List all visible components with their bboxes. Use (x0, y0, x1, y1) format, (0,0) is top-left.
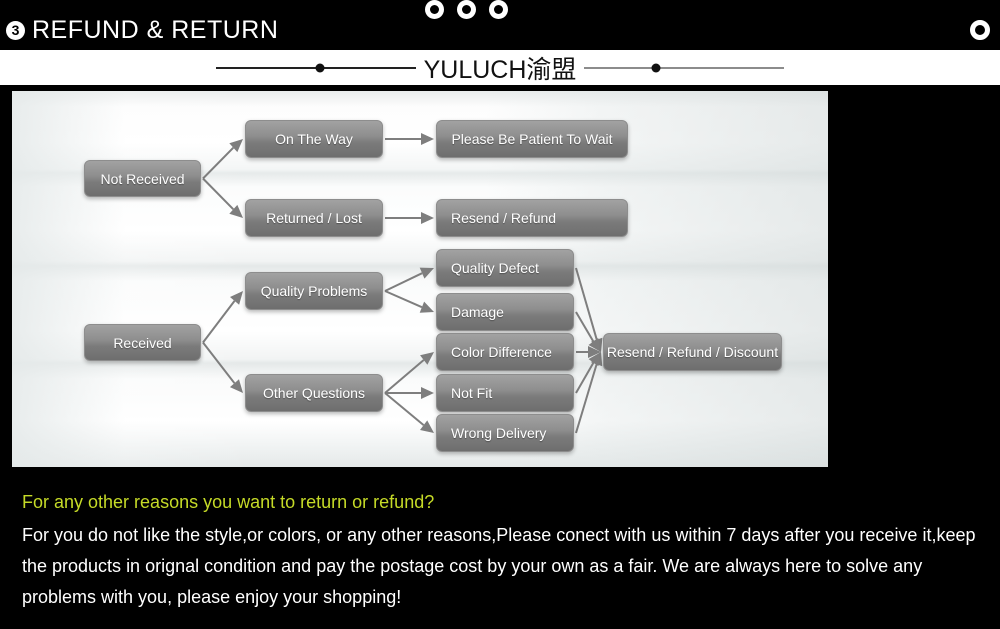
flow-node-wrong-delivery: Wrong Delivery (436, 414, 574, 452)
flow-node-not-received: Not Received (84, 160, 201, 197)
brand-dot-icon (315, 63, 325, 72)
connector-arrowhead (421, 387, 434, 399)
flowchart-connectors (202, 133, 603, 434)
connector-line (384, 272, 423, 292)
flow-node-label: Not Fit (451, 385, 493, 401)
flow-node-label: Quality Defect (451, 260, 539, 276)
flow-node-label: Damage (451, 304, 504, 320)
connector-line (202, 341, 236, 384)
flow-node-not-fit: Not Fit (436, 374, 574, 412)
flow-node-please-be-patient: Please Be Patient To Wait (436, 120, 628, 158)
flow-node-damage: Damage (436, 293, 574, 331)
connector-line (202, 300, 236, 344)
flow-node-label: Color Difference (451, 344, 552, 360)
flow-node-label: Please Be Patient To Wait (451, 131, 613, 147)
circle-eye-icon (419, 0, 449, 24)
connector-arrowhead (420, 420, 434, 433)
policy-body: For you do not like the style,or colors,… (22, 525, 976, 607)
flow-node-label: Returned / Lost (266, 210, 362, 226)
circle-eye-icon (451, 0, 481, 24)
brand-dot-icon (651, 63, 661, 72)
connector-line (384, 392, 425, 426)
flow-node-label: Received (113, 334, 172, 351)
flowchart-panel: Not Received On The Way Returned / Lost Ple… (9, 88, 831, 470)
circle-eye-icon (483, 0, 513, 24)
flow-node-label: Resend / Refund / Discount (606, 344, 779, 360)
header-decoration (418, 0, 514, 24)
connector-line (384, 290, 423, 309)
connector-line (575, 362, 595, 394)
connector-line (202, 177, 235, 211)
brand-row: YULUCH渝盟 (0, 50, 1000, 85)
section-number-badge: 3 (6, 20, 25, 40)
connector-arrowhead (420, 352, 434, 365)
brand-name: YULUCH渝盟 (423, 55, 577, 84)
flow-node-resend-refund-discount: Resend / Refund / Discount (603, 333, 782, 371)
flow-node-label: Wrong Delivery (451, 425, 547, 441)
flow-node-other-questions: Other Questions (245, 374, 383, 412)
connector-arrowhead (421, 212, 434, 224)
policy-section: For any other reasons you want to return… (0, 480, 1000, 629)
flow-node-on-the-way: On The Way (245, 120, 383, 158)
connector-line (384, 359, 425, 394)
policy-heading: For any other reasons you want to return… (22, 492, 435, 512)
page-title: REFUND & RETURN (32, 15, 279, 44)
connector-line (202, 146, 235, 180)
ring-icon (970, 20, 990, 40)
brand-rule-left (215, 63, 416, 72)
flow-node-label: On The Way (275, 131, 353, 147)
flow-node-returned-lost: Returned / Lost (245, 199, 383, 237)
flow-node-label: Quality Problems (260, 283, 368, 299)
flow-node-quality-problems: Quality Problems (245, 272, 383, 310)
flow-node-label: Other Questions (263, 385, 365, 401)
flow-node-label: Not Received (100, 170, 185, 187)
flow-node-label: Resend / Refund (451, 210, 557, 226)
flow-node-received: Received (84, 324, 201, 361)
brand-rule-right (584, 63, 785, 72)
connector-arrowhead (421, 133, 434, 145)
flow-node-resend-refund: Resend / Refund (436, 199, 628, 237)
flow-node-color-difference: Color Difference (436, 333, 574, 371)
flowchart-canvas: Not Received On The Way Returned / Lost Ple… (12, 91, 828, 467)
flow-node-quality-defect: Quality Defect (436, 249, 574, 287)
